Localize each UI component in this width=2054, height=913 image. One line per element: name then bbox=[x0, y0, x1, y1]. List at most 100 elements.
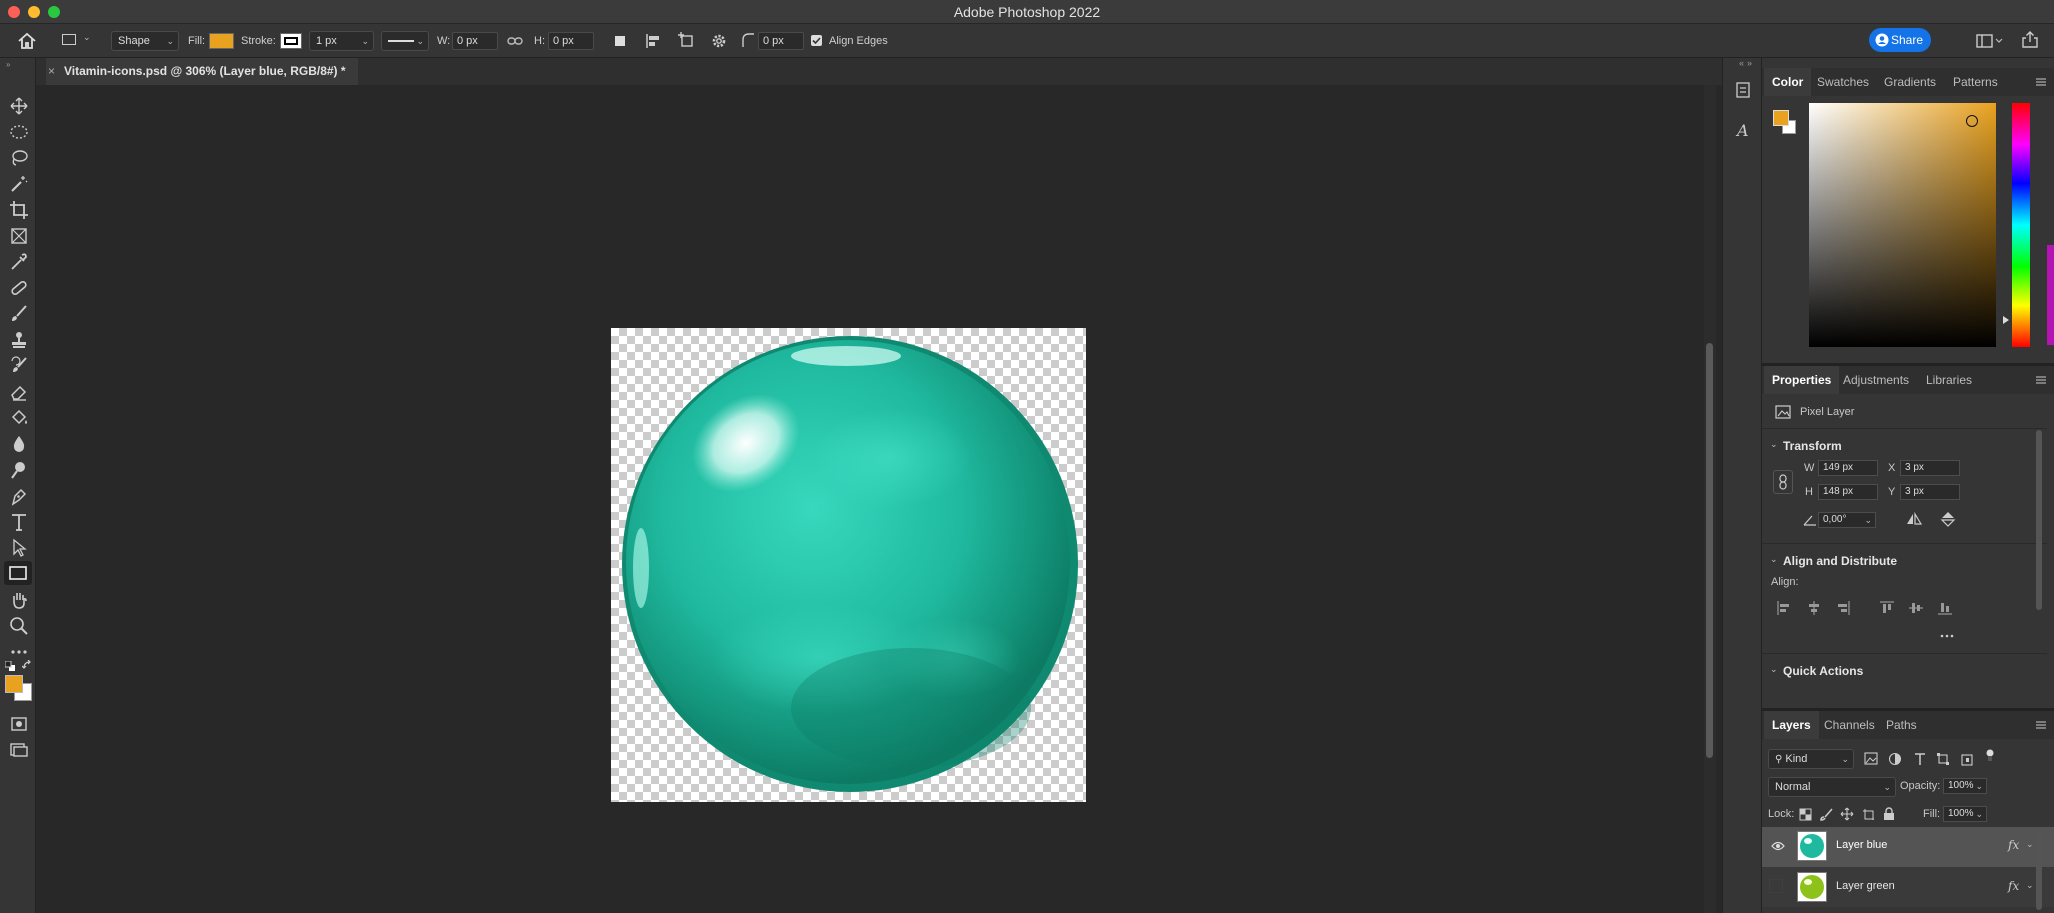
share-button[interactable]: Share bbox=[1869, 28, 1931, 52]
screen-mode-icon[interactable] bbox=[9, 740, 29, 760]
character-panel-icon[interactable]: A bbox=[1733, 120, 1753, 140]
foreground-color-swatch[interactable] bbox=[5, 675, 23, 693]
flip-vertical-icon[interactable] bbox=[1940, 510, 1956, 528]
document-tab[interactable]: × Vitamin-icons.psd @ 306% (Layer blue, … bbox=[46, 58, 358, 85]
layers-scrollbar-thumb[interactable] bbox=[2036, 830, 2042, 910]
swap-colors-icon[interactable] bbox=[22, 660, 33, 671]
filter-adjustment-layers-icon[interactable] bbox=[1888, 752, 1902, 766]
move-tool-icon[interactable] bbox=[9, 96, 29, 116]
align-bottom-edges-icon[interactable] bbox=[1938, 601, 1952, 615]
opacity-field[interactable]: 100% ⌄ bbox=[1943, 778, 1987, 794]
filter-type-layers-icon[interactable] bbox=[1913, 752, 1927, 766]
rotation-angle-field[interactable]: 0,00° ⌄ bbox=[1818, 512, 1876, 528]
lock-image-pixels-icon[interactable] bbox=[1820, 808, 1833, 821]
layer-row[interactable]: Layer green fx ⌄ bbox=[1762, 867, 2054, 907]
home-icon[interactable] bbox=[16, 30, 38, 52]
path-arrangement-icon[interactable] bbox=[676, 31, 696, 51]
stroke-width-select[interactable]: 1 px ⌄ bbox=[309, 31, 374, 51]
layer-effects-icon[interactable]: fx bbox=[2008, 879, 2019, 893]
path-alignment-icon[interactable] bbox=[644, 32, 662, 50]
gear-icon[interactable] bbox=[710, 32, 728, 50]
color-field[interactable] bbox=[1809, 103, 1996, 347]
dodge-tool-icon[interactable] bbox=[9, 460, 29, 480]
filter-toggle-icon[interactable] bbox=[1984, 749, 1996, 761]
width-field[interactable]: 0 px bbox=[452, 32, 498, 50]
history-panel-icon[interactable] bbox=[1733, 80, 1753, 100]
fill-field[interactable]: 100% ⌄ bbox=[1943, 806, 1987, 822]
export-share-icon[interactable] bbox=[2021, 31, 2039, 49]
type-tool-icon[interactable] bbox=[9, 512, 29, 532]
lock-artboard-icon[interactable] bbox=[1862, 808, 1875, 821]
crop-tool-icon[interactable] bbox=[9, 200, 29, 220]
filter-smart-objects-icon[interactable] bbox=[1960, 752, 1974, 766]
panel-menu-icon[interactable] bbox=[2035, 719, 2047, 731]
tab-paths[interactable]: Paths bbox=[1886, 711, 1917, 739]
eyedropper-tool-icon[interactable] bbox=[9, 252, 29, 272]
scrollbar-thumb[interactable] bbox=[1706, 343, 1713, 758]
collapse-toolbar-icon[interactable]: » bbox=[6, 60, 10, 69]
align-edges-checkbox[interactable] bbox=[811, 35, 822, 46]
hue-slider[interactable] bbox=[2012, 103, 2030, 347]
rectangle-tool-icon[interactable] bbox=[4, 561, 32, 585]
layer-filter-kind-select[interactable]: ⚲ Kind ⌄ bbox=[1768, 749, 1854, 769]
align-top-edges-icon[interactable] bbox=[1880, 601, 1894, 615]
path-operations-icon[interactable] bbox=[612, 33, 628, 49]
color-foreground-swatch[interactable] bbox=[1773, 110, 1789, 126]
healing-brush-tool-icon[interactable] bbox=[9, 278, 29, 298]
link-icon[interactable] bbox=[507, 34, 523, 48]
tab-adjustments[interactable]: Adjustments bbox=[1843, 366, 1909, 394]
tab-layers[interactable]: Layers bbox=[1764, 711, 1819, 739]
transform-height-field[interactable]: 148 px bbox=[1818, 484, 1878, 500]
workspace-switcher-icon[interactable] bbox=[1976, 33, 2004, 49]
tab-swatches[interactable]: Swatches bbox=[1817, 68, 1869, 96]
filter-shape-layers-icon[interactable] bbox=[1936, 752, 1950, 766]
chevron-down-icon[interactable]: ⌄ bbox=[2026, 880, 2034, 891]
default-colors-icon[interactable] bbox=[5, 661, 15, 671]
tool-preset-picker[interactable]: ⌄ bbox=[62, 32, 94, 50]
close-tab-icon[interactable]: × bbox=[48, 58, 55, 85]
tab-channels[interactable]: Channels bbox=[1824, 711, 1875, 739]
eye-icon[interactable] bbox=[1771, 840, 1785, 852]
pen-tool-icon[interactable] bbox=[9, 486, 29, 506]
flip-horizontal-icon[interactable] bbox=[1905, 512, 1923, 526]
layer-name[interactable]: Layer green bbox=[1836, 880, 1895, 892]
tab-color[interactable]: Color bbox=[1764, 68, 1812, 96]
frame-tool-icon[interactable] bbox=[9, 226, 29, 246]
hand-tool-icon[interactable] bbox=[9, 590, 29, 610]
color-picker-handle[interactable] bbox=[1966, 115, 1978, 127]
align-section-title[interactable]: Align and Distribute bbox=[1783, 554, 1897, 568]
more-options-icon[interactable] bbox=[1940, 633, 1954, 639]
clone-stamp-tool-icon[interactable] bbox=[9, 330, 29, 350]
layer-row[interactable]: Layer blue fx ⌄ bbox=[1762, 827, 2054, 867]
paint-bucket-tool-icon[interactable] bbox=[9, 408, 29, 428]
stroke-color-swatch[interactable] bbox=[280, 33, 302, 49]
blur-tool-icon[interactable] bbox=[9, 434, 29, 454]
filter-pixel-layers-icon[interactable] bbox=[1864, 752, 1878, 765]
expand-panels-icon[interactable]: « bbox=[1739, 58, 1744, 68]
document-canvas[interactable] bbox=[611, 328, 1086, 802]
tab-patterns[interactable]: Patterns bbox=[1953, 68, 1998, 96]
magic-wand-tool-icon[interactable] bbox=[9, 174, 29, 194]
tab-libraries[interactable]: Libraries bbox=[1926, 366, 1972, 394]
layer-name[interactable]: Layer blue bbox=[1836, 839, 1887, 851]
path-selection-tool-icon[interactable] bbox=[9, 538, 29, 558]
fill-color-swatch[interactable] bbox=[209, 33, 234, 49]
align-vertical-centers-icon[interactable] bbox=[1909, 601, 1923, 615]
chevron-down-icon[interactable]: ⌄ bbox=[1770, 664, 1778, 675]
history-brush-tool-icon[interactable] bbox=[9, 356, 29, 376]
quick-mask-icon[interactable] bbox=[9, 714, 29, 734]
stroke-type-select[interactable]: ⌄ bbox=[381, 31, 429, 51]
height-field[interactable]: 0 px bbox=[548, 32, 594, 50]
lasso-tool-icon[interactable] bbox=[9, 148, 29, 168]
quick-actions-section-title[interactable]: Quick Actions bbox=[1783, 664, 1863, 678]
lock-all-icon[interactable] bbox=[1883, 807, 1895, 821]
hue-slider-handle[interactable] bbox=[2003, 316, 2009, 324]
brush-tool-icon[interactable] bbox=[9, 304, 29, 324]
align-left-edges-icon[interactable] bbox=[1777, 601, 1791, 615]
transform-y-field[interactable]: 3 px bbox=[1900, 484, 1960, 500]
zoom-tool-icon[interactable] bbox=[9, 616, 29, 636]
chevron-down-icon[interactable]: ⌄ bbox=[1770, 439, 1778, 450]
blend-mode-select[interactable]: Normal ⌄ bbox=[1768, 777, 1896, 797]
collapse-panels-icon[interactable]: » bbox=[1747, 58, 1759, 70]
properties-scrollbar-thumb[interactable] bbox=[2036, 430, 2042, 610]
